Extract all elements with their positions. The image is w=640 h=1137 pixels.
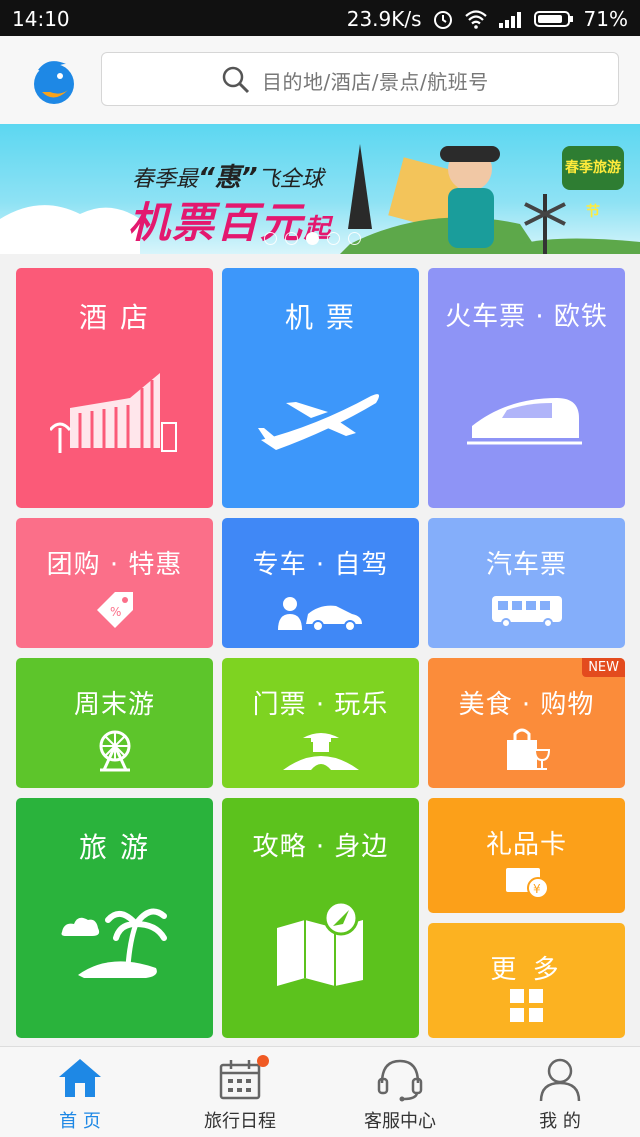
tile-flight[interactable]: 机 票 — [222, 268, 419, 508]
car-icon — [277, 597, 362, 632]
search-placeholder: 目的地/酒店/景点/航班号 — [262, 70, 489, 94]
tile-giftcard-label: 礼品卡 — [485, 830, 567, 860]
calendar-icon — [219, 1060, 261, 1100]
tab-home[interactable]: 首 页 — [0, 1047, 160, 1137]
tile-group-label: 团购 · 特惠 — [46, 550, 183, 580]
tile-guide-label: 攻略 · 身边 — [252, 832, 389, 862]
tile-tickets-label: 门票 · 玩乐 — [252, 690, 389, 720]
train-icon — [466, 398, 582, 445]
status-time: 14:10 — [12, 7, 70, 31]
svg-text:¥: ¥ — [533, 882, 541, 896]
tile-bus-label: 汽车票 — [485, 550, 567, 580]
pagination-dot[interactable] — [264, 232, 277, 245]
status-bar: 14:10 23.9K/s 71% — [0, 0, 640, 36]
battery-level: 71% — [583, 7, 628, 31]
search-icon — [222, 66, 250, 94]
tile-food-label: 美食 · 购物 — [458, 690, 595, 720]
tile-more[interactable]: 更 多 — [428, 923, 625, 1038]
new-badge: NEW — [582, 658, 625, 677]
tile-food-shopping[interactable]: NEW 美食 · 购物 — [428, 658, 625, 788]
tile-car-label: 专车 · 自驾 — [252, 550, 389, 580]
notification-dot — [257, 1055, 269, 1067]
tab-profile-label: 我 的 — [539, 1111, 581, 1132]
user-icon — [539, 1058, 581, 1102]
status-indicators: 23.9K/s 71% — [347, 7, 628, 31]
tile-flight-label: 机 票 — [285, 301, 356, 334]
pagination-dot[interactable] — [327, 232, 340, 245]
tile-hotel-label: 酒 店 — [79, 301, 150, 334]
gift-card-icon: ¥ — [505, 868, 549, 899]
bus-icon — [491, 596, 562, 628]
tile-travel[interactable]: 旅 游 — [16, 798, 213, 1038]
pagination-dot-active[interactable] — [306, 232, 319, 245]
tile-attraction-tickets[interactable]: 门票 · 玩乐 — [222, 658, 419, 788]
headset-icon — [377, 1059, 423, 1102]
tag-icon: % — [96, 592, 133, 628]
tile-hotel[interactable]: 酒 店 — [16, 268, 213, 508]
tile-gift-card[interactable]: 礼品卡 ¥ — [428, 798, 625, 913]
bottom-tab-bar: 首 页 旅行日程 客服中心 我 的 — [0, 1046, 640, 1137]
shopping-bag-icon — [506, 728, 550, 770]
pagination-dot[interactable] — [285, 232, 298, 245]
tab-customer-service-label: 客服中心 — [364, 1111, 436, 1132]
alarm-icon — [433, 11, 452, 29]
network-speed: 23.9K/s — [346, 7, 422, 31]
tile-train-label: 火车票 · 欧铁 — [445, 302, 608, 332]
tile-guide-nearby[interactable]: 攻略 · 身边 — [222, 798, 419, 1038]
tile-group-deals[interactable]: 团购 · 特惠 % — [16, 518, 213, 648]
airplane-icon — [257, 394, 379, 450]
tab-itinerary[interactable]: 旅行日程 — [160, 1047, 320, 1137]
ferris-wheel-icon — [99, 730, 130, 772]
svg-text:%: % — [110, 605, 121, 619]
grid-icon — [509, 989, 543, 1022]
pavilion-icon — [282, 733, 359, 770]
map-icon — [276, 900, 363, 986]
banner-pagination — [264, 232, 361, 245]
banner-badge: 春季旅游节 — [562, 146, 624, 220]
tile-bus[interactable]: 汽车票 — [428, 518, 625, 648]
search-input[interactable]: 目的地/酒店/景点/航班号 — [101, 52, 619, 106]
home-icon — [59, 1059, 101, 1097]
tile-more-label: 更 多 — [490, 955, 563, 985]
dolphin-logo-icon — [34, 61, 74, 104]
tile-travel-label: 旅 游 — [79, 831, 150, 864]
palm-island-icon — [61, 908, 167, 978]
tab-home-label: 首 页 — [59, 1111, 101, 1132]
wifi-icon — [464, 10, 487, 29]
tile-weekend-label: 周末游 — [73, 690, 155, 720]
signal-icon — [498, 12, 521, 28]
pagination-dot[interactable] — [348, 232, 361, 245]
battery-icon — [533, 11, 573, 27]
app-header: 目的地/酒店/景点/航班号 — [0, 36, 640, 124]
tile-weekend-trip[interactable]: 周末游 — [16, 658, 213, 788]
tab-itinerary-label: 旅行日程 — [204, 1111, 276, 1132]
hotel-building-icon — [49, 373, 177, 453]
tab-profile[interactable]: 我 的 — [480, 1047, 640, 1137]
tile-car[interactable]: 专车 · 自驾 — [222, 518, 419, 648]
tab-customer-service[interactable]: 客服中心 — [320, 1047, 480, 1137]
tile-train[interactable]: 火车票 · 欧铁 — [428, 268, 625, 508]
